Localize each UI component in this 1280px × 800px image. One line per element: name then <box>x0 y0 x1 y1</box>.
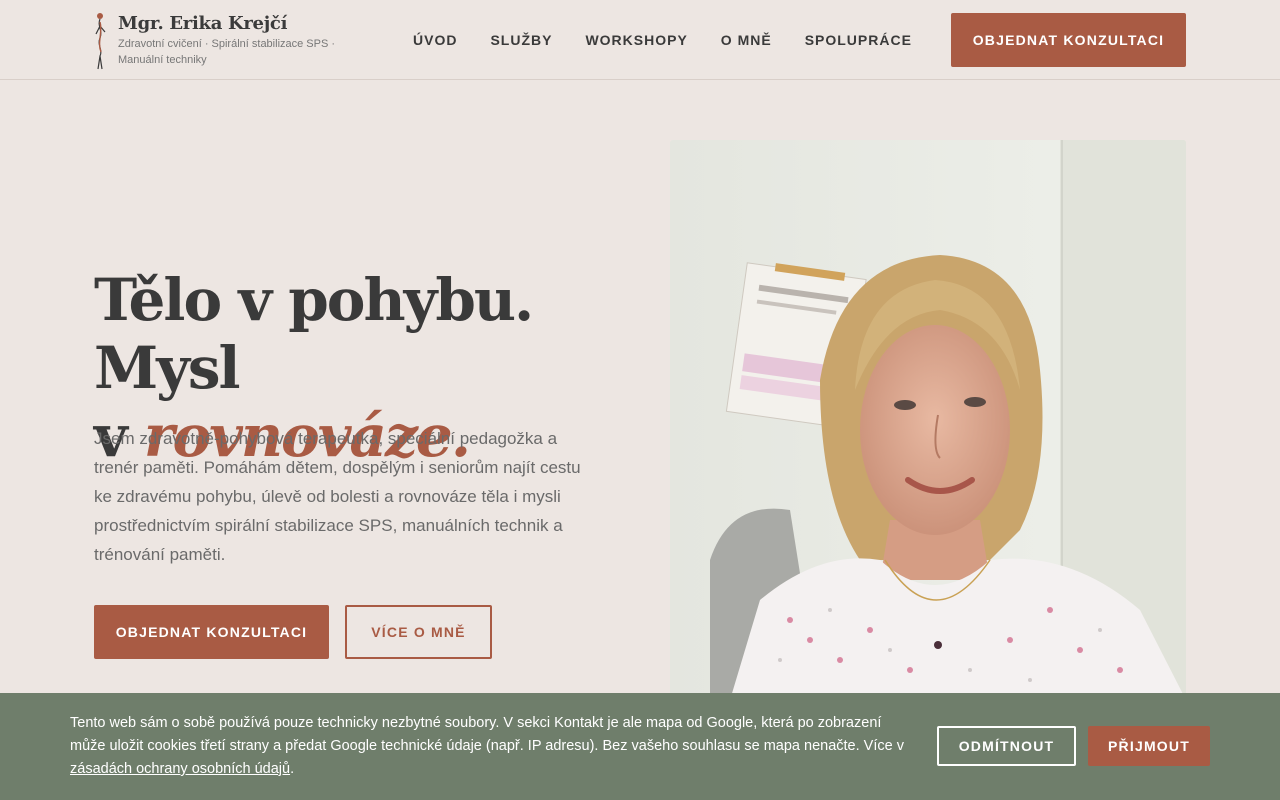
brand-tagline: Zdravotní cvičení · Spirální stabilizace… <box>118 38 336 66</box>
portrait-photo <box>670 140 1186 700</box>
main-nav: ÚVOD SLUŽBY WORKSHOPY O MNĚ SPOLUPRÁCE <box>413 32 945 48</box>
portrait-illustration <box>670 140 1186 700</box>
cookie-notice-text: Tento web sám o sobě používá pouze techn… <box>70 712 920 781</box>
nav-item-workshopy[interactable]: WORKSHOPY <box>585 32 687 48</box>
cookie-decline-button[interactable]: ODMÍTNOUT <box>937 726 1076 766</box>
nav-item-spoluprace[interactable]: SPOLUPRÁCE <box>805 32 912 48</box>
hero-book-consultation-button[interactable]: OBJEDNAT KONZULTACI <box>94 605 329 659</box>
nav-item-o-mne[interactable]: O MNĚ <box>721 32 772 48</box>
nav-item-sluzby[interactable]: SLUŽBY <box>490 32 552 48</box>
brand[interactable]: Mgr. Erika Krejčí Zdravotní cvičení · Sp… <box>94 12 340 70</box>
brand-name: Mgr. Erika Krejčí <box>118 13 288 34</box>
site-header: Mgr. Erika Krejčí Zdravotní cvičení · Sp… <box>0 0 1280 80</box>
figure-logo-icon <box>95 13 106 70</box>
cookie-accept-button[interactable]: PŘIJMOUT <box>1088 726 1210 766</box>
hero-title-line1: Tělo v pohybu. Mysl <box>94 266 534 402</box>
hero-about-me-button[interactable]: VÍCE O MNĚ <box>345 605 492 659</box>
header-book-consultation-button[interactable]: OBJEDNAT KONZULTACI <box>951 13 1186 67</box>
privacy-policy-link[interactable]: zásadách ochrany osobních údajů <box>70 761 290 777</box>
hero-description: Jsem zdravotně-pohybová terapeutka, spec… <box>94 429 581 564</box>
nav-item-uvod[interactable]: ÚVOD <box>413 32 457 48</box>
cookie-text-end: . <box>290 761 295 777</box>
cookie-text-body: Tento web sám o sobě používá pouze techn… <box>70 715 904 754</box>
